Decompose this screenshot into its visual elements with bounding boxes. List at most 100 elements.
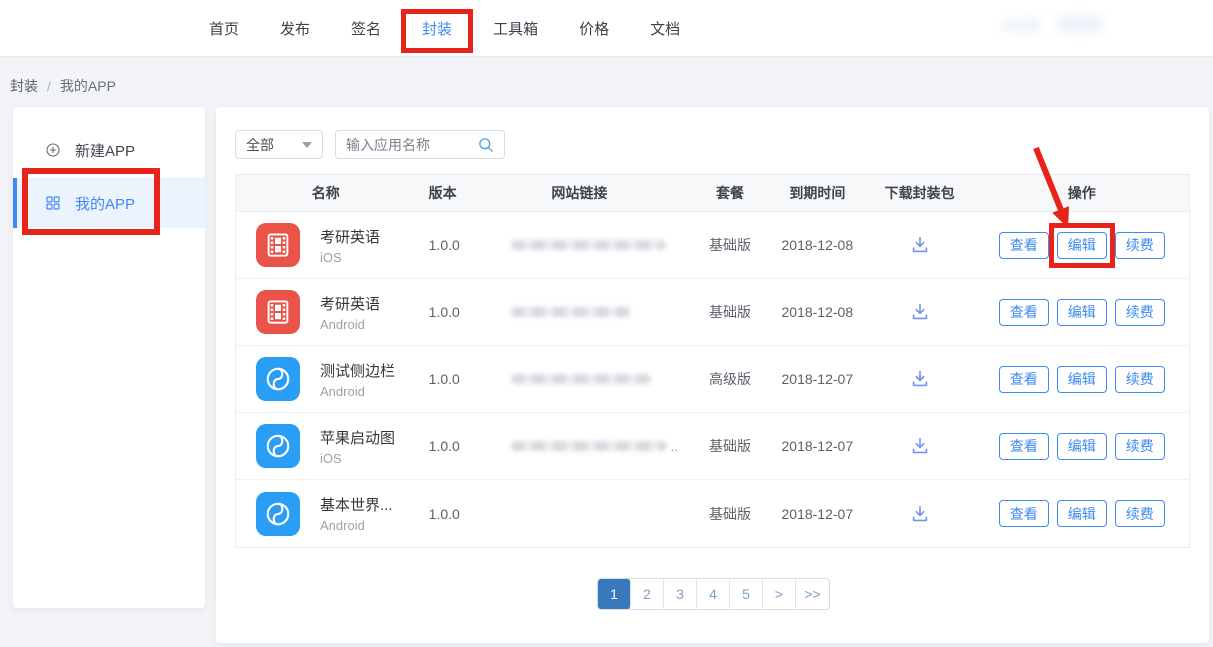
- edit-button[interactable]: 编辑: [1057, 500, 1107, 527]
- app-version: 1.0.0: [416, 212, 506, 278]
- blurred-website-link: [511, 441, 667, 451]
- category-select-value: 全部: [246, 135, 274, 155]
- breadcrumb-my-app: 我的APP: [60, 76, 116, 96]
- s-logo-icon: [263, 431, 293, 461]
- col-header-download: 下载封装包: [865, 183, 975, 203]
- app-name: 基本世界...: [320, 494, 393, 515]
- download-icon: [909, 503, 931, 525]
- view-button[interactable]: 查看: [999, 299, 1049, 326]
- blurred-user-info: [1002, 19, 1042, 32]
- table-row: 测试侧边栏 Android 1.0.0 高级版 2018-12-07 查看 编辑…: [236, 346, 1189, 413]
- download-package-button[interactable]: [907, 232, 933, 258]
- search-icon[interactable]: [477, 136, 495, 154]
- sidebar-item-new-app[interactable]: 新建APP: [13, 132, 205, 168]
- download-package-button[interactable]: [907, 501, 933, 527]
- pagination: 1 2 3 4 5 > >>: [597, 578, 830, 610]
- nav-tab-price[interactable]: 价格: [579, 18, 609, 39]
- sidebar-item-my-app[interactable]: 我的APP: [13, 178, 205, 228]
- col-header-version: 版本: [416, 183, 506, 203]
- nav-tab-docs[interactable]: 文档: [650, 18, 680, 39]
- page-2[interactable]: 2: [631, 579, 664, 609]
- nav-tab-signature[interactable]: 签名: [351, 18, 381, 39]
- app-platform: Android: [320, 518, 393, 533]
- last-page-button[interactable]: >>: [796, 579, 829, 609]
- app-expiry: 2018-12-08: [770, 279, 865, 345]
- page-1[interactable]: 1: [598, 579, 631, 609]
- app-plan: 基础版: [690, 279, 770, 345]
- plus-circle-icon: [44, 141, 62, 159]
- app-version: 1.0.0: [416, 480, 506, 547]
- renew-button[interactable]: 续费: [1115, 366, 1165, 393]
- renew-button[interactable]: 续费: [1115, 232, 1165, 259]
- app-version: 1.0.0: [416, 346, 506, 412]
- edit-button[interactable]: 编辑: [1057, 232, 1107, 259]
- edit-button[interactable]: 编辑: [1057, 433, 1107, 460]
- app-version: 1.0.0: [416, 279, 506, 345]
- breadcrumb: 封装 / 我的APP: [10, 76, 116, 96]
- app-expiry: 2018-12-07: [770, 480, 865, 547]
- film-icon: [263, 297, 293, 327]
- breadcrumb-separator: /: [47, 78, 51, 94]
- sidebar-item-label: 我的APP: [75, 193, 135, 214]
- nav-tab-package[interactable]: 封装: [422, 18, 452, 39]
- app-plan: 基础版: [690, 480, 770, 547]
- sidebar-item-label: 新建APP: [75, 140, 135, 161]
- table-row: 考研英语 iOS 1.0.0 基础版 2018-12-08 查看 编辑 续费: [236, 212, 1189, 279]
- breadcrumb-package[interactable]: 封装: [10, 76, 38, 96]
- active-item-bar: [13, 178, 17, 228]
- renew-button[interactable]: 续费: [1115, 500, 1165, 527]
- view-button[interactable]: 查看: [999, 366, 1049, 393]
- nav-tab-publish[interactable]: 发布: [280, 18, 310, 39]
- col-header-plan: 套餐: [690, 183, 770, 203]
- app-name: 考研英语: [320, 226, 380, 247]
- app-icon: [256, 223, 300, 267]
- blurred-website-link: [511, 307, 631, 317]
- app-platform: iOS: [320, 451, 395, 466]
- col-header-name: 名称: [236, 183, 416, 203]
- download-icon: [909, 435, 931, 457]
- app-platform: iOS: [320, 250, 380, 265]
- edit-button[interactable]: 编辑: [1057, 366, 1107, 393]
- download-icon: [909, 301, 931, 323]
- download-icon: [909, 234, 931, 256]
- table-row: 考研英语 Android 1.0.0 基础版 2018-12-08 查看 编辑 …: [236, 279, 1189, 346]
- view-button[interactable]: 查看: [999, 500, 1049, 527]
- table-header-row: 名称 版本 网站链接 套餐 到期时间 下载封装包 操作: [236, 175, 1189, 212]
- col-header-actions: 操作: [974, 183, 1189, 203]
- app-version: 1.0.0: [416, 413, 506, 479]
- app-icon: [256, 357, 300, 401]
- app-plan: 基础版: [690, 212, 770, 278]
- blurred-user-avatar: [1056, 15, 1104, 33]
- app-icon: [256, 424, 300, 468]
- download-package-button[interactable]: [907, 366, 933, 392]
- next-page-button[interactable]: >: [763, 579, 796, 609]
- app-name: 考研英语: [320, 293, 380, 314]
- app-expiry: 2018-12-08: [770, 212, 865, 278]
- category-select[interactable]: 全部: [235, 130, 323, 159]
- main-panel: 全部 名称 版本 网站链接 套餐 到期时间 下载封装包 操作: [216, 107, 1209, 643]
- search-input[interactable]: [336, 137, 477, 153]
- chevron-down-icon: [302, 142, 312, 148]
- download-package-button[interactable]: [907, 299, 933, 325]
- download-icon: [909, 368, 931, 390]
- nav-tab-toolbox[interactable]: 工具箱: [493, 18, 538, 39]
- blurred-website-link: [511, 240, 666, 250]
- view-button[interactable]: 查看: [999, 433, 1049, 460]
- renew-button[interactable]: 续费: [1115, 433, 1165, 460]
- page-5[interactable]: 5: [730, 579, 763, 609]
- download-package-button[interactable]: [907, 433, 933, 459]
- apps-table: 名称 版本 网站链接 套餐 到期时间 下载封装包 操作 考研英语 iOS 1.0…: [235, 174, 1190, 548]
- page-3[interactable]: 3: [664, 579, 697, 609]
- nav-tab-home[interactable]: 首页: [209, 18, 239, 39]
- app-plan: 高级版: [690, 346, 770, 412]
- view-button[interactable]: 查看: [999, 232, 1049, 259]
- app-name: 测试侧边栏: [320, 360, 395, 381]
- table-row: 基本世界... Android 1.0.0 基础版 2018-12-07 查看 …: [236, 480, 1189, 547]
- edit-button[interactable]: 编辑: [1057, 299, 1107, 326]
- blurred-website-link: [511, 374, 651, 384]
- app-name: 苹果启动图: [320, 427, 395, 448]
- s-logo-icon: [263, 499, 293, 529]
- renew-button[interactable]: 续费: [1115, 299, 1165, 326]
- page-4[interactable]: 4: [697, 579, 730, 609]
- table-row: 苹果启动图 iOS 1.0.0 .. 基础版 2018-12-07 查看 编辑 …: [236, 413, 1189, 480]
